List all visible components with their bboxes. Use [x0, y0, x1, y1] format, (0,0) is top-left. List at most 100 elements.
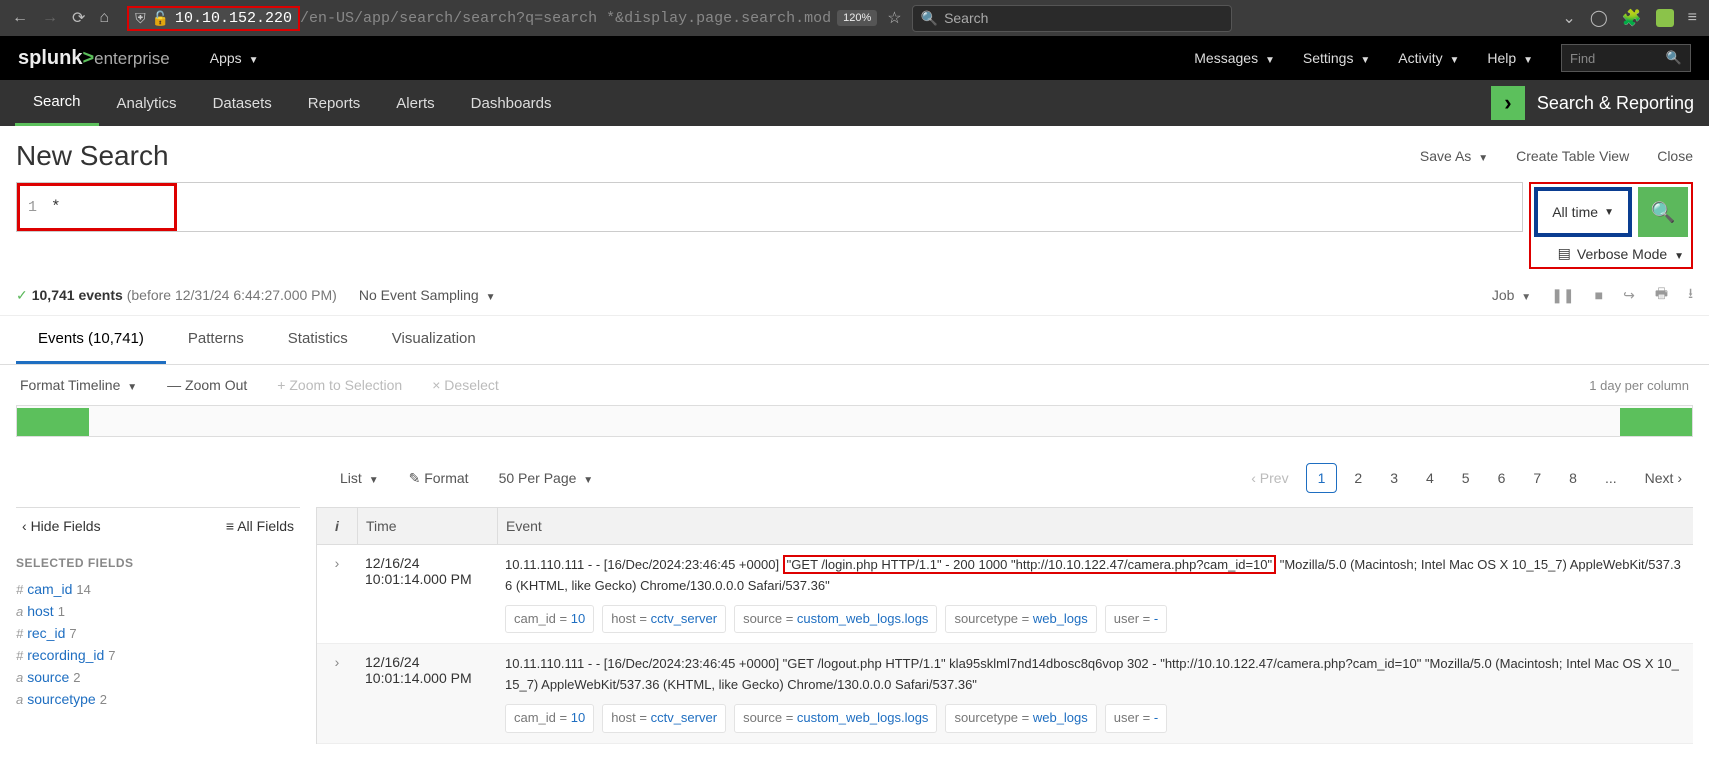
export-icon[interactable]: ⭳ [1688, 283, 1693, 307]
save-as-menu[interactable]: Save As ▼ [1420, 148, 1488, 164]
hamburger-icon[interactable]: ≡ [1688, 9, 1697, 27]
event-raw[interactable]: 10.11.110.111 - - [16/Dec/2024:23:46:45 … [497, 644, 1693, 742]
kv-source[interactable]: source = custom_web_logs.logs [734, 605, 937, 634]
field-cam_id[interactable]: #cam_id14 [16, 578, 300, 600]
nav-search[interactable]: Search [15, 80, 99, 126]
page-more[interactable]: ... [1594, 464, 1628, 492]
event-raw[interactable]: 10.11.110.111 - - [16/Dec/2024:23:46:45 … [497, 545, 1693, 643]
settings-menu[interactable]: Settings ▼ [1303, 50, 1370, 66]
fields-sidebar: ‹ Hide Fields ≡ All Fields SELECTED FIEL… [16, 507, 316, 744]
field-sourcetype[interactable]: asourcetype2 [16, 688, 300, 710]
pocket-icon[interactable]: ⌄ [1562, 8, 1575, 28]
time-range-picker[interactable]: All time ▼ [1534, 187, 1632, 237]
kv-host[interactable]: host = cctv_server [602, 704, 726, 733]
zoom-badge[interactable]: 120% [837, 10, 877, 26]
hide-fields[interactable]: ‹ Hide Fields [22, 518, 101, 534]
nav-analytics[interactable]: Analytics [99, 80, 195, 126]
selected-fields-heading: SELECTED FIELDS [16, 544, 300, 578]
list-view-menu[interactable]: List ▼ [340, 470, 379, 486]
help-menu[interactable]: Help ▼ [1487, 50, 1533, 66]
stop-icon[interactable]: ■ [1595, 287, 1603, 303]
kv-cam_id[interactable]: cam_id = 10 [505, 605, 594, 634]
url-highlight: ⛨ 🔓 10.10.152.220 [127, 6, 300, 31]
url-ip[interactable]: 10.10.152.220 [175, 10, 292, 27]
kv-host[interactable]: host = cctv_server [602, 605, 726, 634]
expand-row[interactable]: › [317, 644, 357, 742]
kv-user[interactable]: user = - [1105, 605, 1167, 634]
activity-menu[interactable]: Activity ▼ [1398, 50, 1459, 66]
format-events[interactable]: ✎ Format [409, 470, 469, 487]
reload-icon[interactable]: ⟳ [72, 8, 85, 28]
tab-events[interactable]: Events (10,741) [16, 316, 166, 364]
job-menu[interactable]: Job ▼ [1492, 287, 1531, 303]
per-page-menu[interactable]: 50 Per Page ▼ [499, 470, 594, 486]
create-table-view[interactable]: Create Table View [1516, 148, 1629, 164]
page-3[interactable]: 3 [1379, 464, 1409, 492]
page-title: New Search [16, 140, 169, 172]
line-number: 1 [28, 199, 37, 216]
timeline-chart[interactable] [16, 405, 1693, 437]
field-source[interactable]: asource2 [16, 666, 300, 688]
logo-word: splunk [18, 47, 82, 69]
expand-row[interactable]: › [317, 545, 357, 643]
nav-datasets[interactable]: Datasets [195, 80, 290, 126]
nav-alerts[interactable]: Alerts [378, 80, 452, 126]
kv-sourcetype[interactable]: sourcetype = web_logs [945, 605, 1096, 634]
search-input-box[interactable]: 1 * [16, 182, 1523, 232]
page-4[interactable]: 4 [1415, 464, 1445, 492]
kv-user[interactable]: user = - [1105, 704, 1167, 733]
page-6[interactable]: 6 [1487, 464, 1517, 492]
mode-icon: ▤ [1558, 245, 1571, 262]
back-icon[interactable]: ← [12, 9, 28, 27]
nav-reports[interactable]: Reports [290, 80, 379, 126]
pagination: ‹ Prev 1 2 3 4 5 6 7 8 ... Next › [1240, 463, 1693, 493]
pause-icon[interactable]: ❚❚ [1551, 287, 1574, 304]
tab-patterns[interactable]: Patterns [166, 316, 266, 364]
event-sampling[interactable]: No Event Sampling ▼ [359, 287, 496, 303]
apps-menu[interactable]: Apps ▼ [210, 50, 259, 66]
event-row: ›12/16/2410:01:14.000 PM10.11.110.111 - … [317, 644, 1693, 743]
field-rec_id[interactable]: #rec_id7 [16, 622, 300, 644]
run-search-button[interactable]: 🔍 [1638, 187, 1688, 237]
home-icon[interactable]: ⌂ [99, 9, 109, 27]
share-icon[interactable]: ↪ [1623, 287, 1635, 304]
splunk-logo[interactable]: splunk>enterprise [18, 47, 170, 70]
url-path[interactable]: /en-US/app/search/search?q=search *&disp… [300, 10, 831, 27]
page-2[interactable]: 2 [1343, 464, 1373, 492]
field-recording_id[interactable]: #recording_id7 [16, 644, 300, 666]
print-icon[interactable]: 🖶 [1655, 283, 1668, 307]
page-8[interactable]: 8 [1558, 464, 1588, 492]
zoom-out[interactable]: — Zoom Out [167, 377, 247, 393]
page-1[interactable]: 1 [1306, 463, 1338, 493]
logo-enterprise: enterprise [94, 49, 170, 68]
page-7[interactable]: 7 [1522, 464, 1552, 492]
account-icon[interactable]: ◯ [1590, 8, 1608, 28]
messages-menu[interactable]: Messages ▼ [1194, 50, 1275, 66]
event-count: ✓10,741 events (before 12/31/24 6:44:27.… [16, 287, 337, 304]
close-button[interactable]: Close [1657, 148, 1693, 164]
timeline-scale: 1 day per column [1589, 378, 1689, 393]
search-mode-selector[interactable]: Verbose Mode ▼ [1577, 246, 1684, 262]
event-time: 12/16/2410:01:14.000 PM [357, 644, 497, 742]
kv-sourcetype[interactable]: sourcetype = web_logs [945, 704, 1096, 733]
tab-statistics[interactable]: Statistics [266, 316, 370, 364]
page-5[interactable]: 5 [1451, 464, 1481, 492]
event-time: 12/16/2410:01:14.000 PM [357, 545, 497, 643]
bookmark-icon[interactable]: ☆ [887, 8, 901, 28]
profile-avatar[interactable] [1656, 9, 1674, 27]
kv-source[interactable]: source = custom_web_logs.logs [734, 704, 937, 733]
tab-visualization[interactable]: Visualization [370, 316, 498, 364]
query-highlight: 1 * [17, 183, 177, 231]
col-time[interactable]: Time [357, 508, 497, 544]
field-host[interactable]: ahost1 [16, 600, 300, 622]
kv-cam_id[interactable]: cam_id = 10 [505, 704, 594, 733]
next-page[interactable]: Next › [1634, 464, 1693, 492]
find-input[interactable]: Find🔍 [1561, 44, 1691, 72]
all-fields[interactable]: ≡ All Fields [226, 518, 294, 534]
highlighted-log: "GET /login.php HTTP/1.1" - 200 1000 "ht… [783, 555, 1276, 574]
extensions-icon[interactable]: 🧩 [1622, 8, 1642, 28]
format-timeline[interactable]: Format Timeline ▼ [20, 377, 137, 393]
forward-icon[interactable]: → [42, 9, 58, 27]
nav-dashboards[interactable]: Dashboards [453, 80, 570, 126]
browser-search[interactable]: 🔍 Search [912, 5, 1232, 32]
